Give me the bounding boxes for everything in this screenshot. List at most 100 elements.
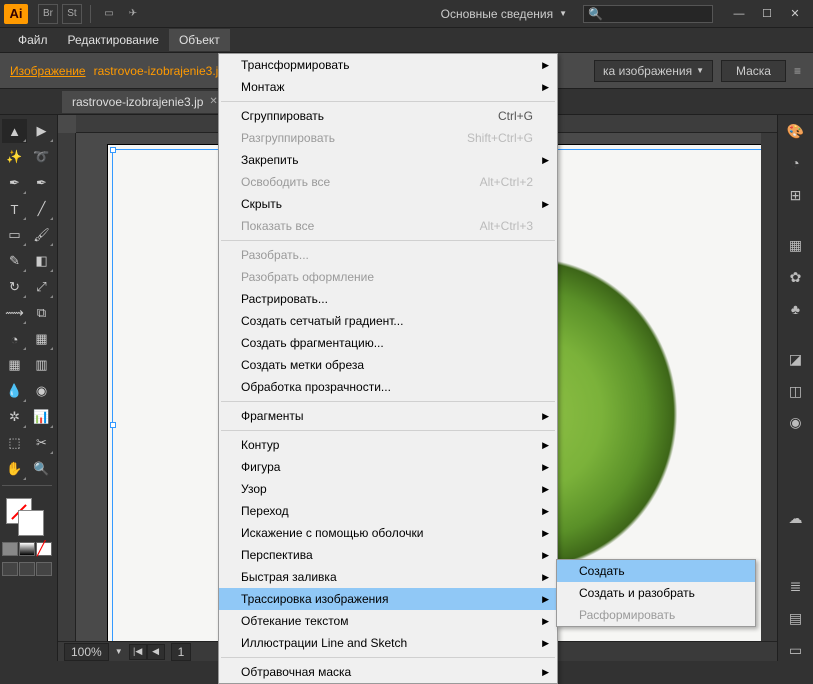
- menu-item[interactable]: Обтекание текстом▶: [219, 610, 557, 632]
- menu-item[interactable]: Скрыть▶: [219, 193, 557, 215]
- menu-item[interactable]: Монтаж▶: [219, 76, 557, 98]
- menu-item[interactable]: Трансформировать▶: [219, 54, 557, 76]
- hand-tool[interactable]: ✋: [2, 457, 27, 481]
- panel-menu-icon[interactable]: ≡: [794, 64, 803, 78]
- paintbrush-tool[interactable]: 🖌: [29, 223, 54, 247]
- image-trace-chip[interactable]: ка изображения▼: [594, 60, 713, 82]
- swatches-icon[interactable]: ⊞: [784, 184, 808, 206]
- mesh-tool[interactable]: ▦: [2, 353, 27, 377]
- blend-tool[interactable]: ◉: [29, 379, 54, 403]
- shaper-tool[interactable]: ✎: [2, 249, 27, 273]
- menu-item[interactable]: Создать сетчатый градиент...: [219, 310, 557, 332]
- menu-item[interactable]: Фигура▶: [219, 456, 557, 478]
- gradient-icon[interactable]: ◪: [784, 349, 808, 371]
- menu-edit[interactable]: Редактирование: [58, 29, 169, 51]
- zoom-field[interactable]: 100%: [64, 643, 109, 661]
- menu-item[interactable]: Быстрая заливка▶: [219, 566, 557, 588]
- ruler-vertical[interactable]: [58, 133, 76, 661]
- search-input[interactable]: 🔍: [583, 5, 713, 23]
- symbol-sprayer-tool[interactable]: ✲: [2, 405, 27, 429]
- menu-item[interactable]: Создать фрагментацию...: [219, 332, 557, 354]
- menu-item[interactable]: Обработка прозрачности...: [219, 376, 557, 398]
- nav-first[interactable]: |◀: [129, 644, 147, 660]
- close-tab-icon[interactable]: ✕: [209, 96, 217, 107]
- curvature-tool[interactable]: ✒: [29, 171, 54, 195]
- menu-item[interactable]: Трассировка изображения▶: [219, 588, 557, 610]
- brushes-icon[interactable]: ▦: [784, 235, 808, 257]
- menu-item[interactable]: Создать метки обреза: [219, 354, 557, 376]
- libraries-icon[interactable]: ☁: [784, 508, 808, 530]
- lasso-tool[interactable]: ➰: [29, 145, 54, 169]
- menu-object[interactable]: Объект: [169, 29, 230, 51]
- type-tool[interactable]: T: [2, 197, 27, 221]
- menu-file[interactable]: Файл: [8, 29, 58, 51]
- color-mode-normal[interactable]: [2, 542, 18, 556]
- fill-stroke-control[interactable]: [2, 496, 52, 536]
- magic-wand-tool[interactable]: ✨: [2, 145, 27, 169]
- symbols-icon[interactable]: ✿: [784, 266, 808, 288]
- graph-tool[interactable]: 📊: [29, 405, 54, 429]
- draw-inside[interactable]: [36, 562, 52, 576]
- perspective-tool[interactable]: ▦: [29, 327, 54, 351]
- rotate-tool[interactable]: ↻: [2, 275, 27, 299]
- menu-item[interactable]: Обтравочная маска▶: [219, 661, 557, 683]
- color-mode-none[interactable]: ╱: [36, 542, 52, 556]
- minimize-button[interactable]: —: [725, 4, 753, 24]
- document-tab[interactable]: rastrovoe-izobrajenie3.jp ✕: [62, 91, 228, 113]
- color-mode-gradient[interactable]: [19, 542, 35, 556]
- maximize-button[interactable]: ☐: [753, 4, 781, 24]
- draw-behind[interactable]: [19, 562, 35, 576]
- draw-normal[interactable]: [2, 562, 18, 576]
- workspace-switcher[interactable]: Основные сведения ▼: [433, 7, 575, 21]
- line-tool[interactable]: ╱: [29, 197, 54, 221]
- menu-item[interactable]: Узор▶: [219, 478, 557, 500]
- color-guide-icon[interactable]: ◔: [784, 153, 808, 175]
- artboard-field[interactable]: 1: [171, 643, 192, 661]
- asset-icon[interactable]: ▤: [784, 608, 808, 630]
- stroke-icon[interactable]: ♣: [784, 298, 808, 320]
- eraser-tool[interactable]: ◧: [29, 249, 54, 273]
- selection-tool[interactable]: ▲: [2, 119, 27, 143]
- gradient-tool[interactable]: ▥: [29, 353, 54, 377]
- artboard-tool[interactable]: ⬚: [2, 431, 27, 455]
- menu-item[interactable]: Искажение с помощью оболочки▶: [219, 522, 557, 544]
- bridge-icon[interactable]: Br: [38, 4, 58, 24]
- artboards-icon[interactable]: ▭: [784, 639, 808, 661]
- stock-icon[interactable]: St: [62, 4, 82, 24]
- slice-tool[interactable]: ✂: [29, 431, 54, 455]
- gpu-icon[interactable]: ✈: [123, 4, 143, 24]
- menu-item[interactable]: Контур▶: [219, 434, 557, 456]
- submenu-item: Расформировать: [557, 604, 755, 626]
- free-transform-tool[interactable]: ⧉: [29, 301, 54, 325]
- menu-item[interactable]: Перспектива▶: [219, 544, 557, 566]
- pen-tool[interactable]: ✒: [2, 171, 27, 195]
- menu-item[interactable]: Иллюстрации Line and Sketch▶: [219, 632, 557, 654]
- rectangle-tool[interactable]: ▭: [2, 223, 27, 247]
- width-tool[interactable]: ⟿: [2, 301, 27, 325]
- submenu-item[interactable]: Создать и разобрать: [557, 582, 755, 604]
- stroke-swatch[interactable]: [18, 510, 44, 536]
- chevron-down-icon[interactable]: ▼: [115, 647, 123, 656]
- menu-item[interactable]: СгруппироватьCtrl+G: [219, 105, 557, 127]
- direct-selection-tool[interactable]: ▶: [29, 119, 54, 143]
- transparency-icon[interactable]: ◫: [784, 380, 808, 402]
- menu-item[interactable]: Закрепить▶: [219, 149, 557, 171]
- object-type-link[interactable]: Изображение: [10, 64, 86, 78]
- menu-item[interactable]: Фрагменты▶: [219, 405, 557, 427]
- submenu-item[interactable]: Создать: [557, 560, 755, 582]
- eyedropper-tool[interactable]: 💧: [2, 379, 27, 403]
- mask-button[interactable]: Маска: [721, 60, 786, 82]
- layers-icon[interactable]: ≣: [784, 576, 808, 598]
- arrange-icon[interactable]: ▭: [99, 4, 119, 24]
- color-panel-icon[interactable]: 🎨: [784, 121, 808, 143]
- menu-item: Разобрать...: [219, 244, 557, 266]
- close-button[interactable]: ✕: [781, 4, 809, 24]
- scale-tool[interactable]: ⤢: [29, 275, 54, 299]
- shape-builder-tool[interactable]: ◔: [2, 327, 27, 351]
- menu-item[interactable]: Растрировать...: [219, 288, 557, 310]
- menu-item[interactable]: Переход▶: [219, 500, 557, 522]
- zoom-tool[interactable]: 🔍: [29, 457, 54, 481]
- vertical-scrollbar[interactable]: [761, 133, 777, 641]
- appearance-icon[interactable]: ◉: [784, 412, 808, 434]
- nav-prev[interactable]: ◀: [147, 644, 165, 660]
